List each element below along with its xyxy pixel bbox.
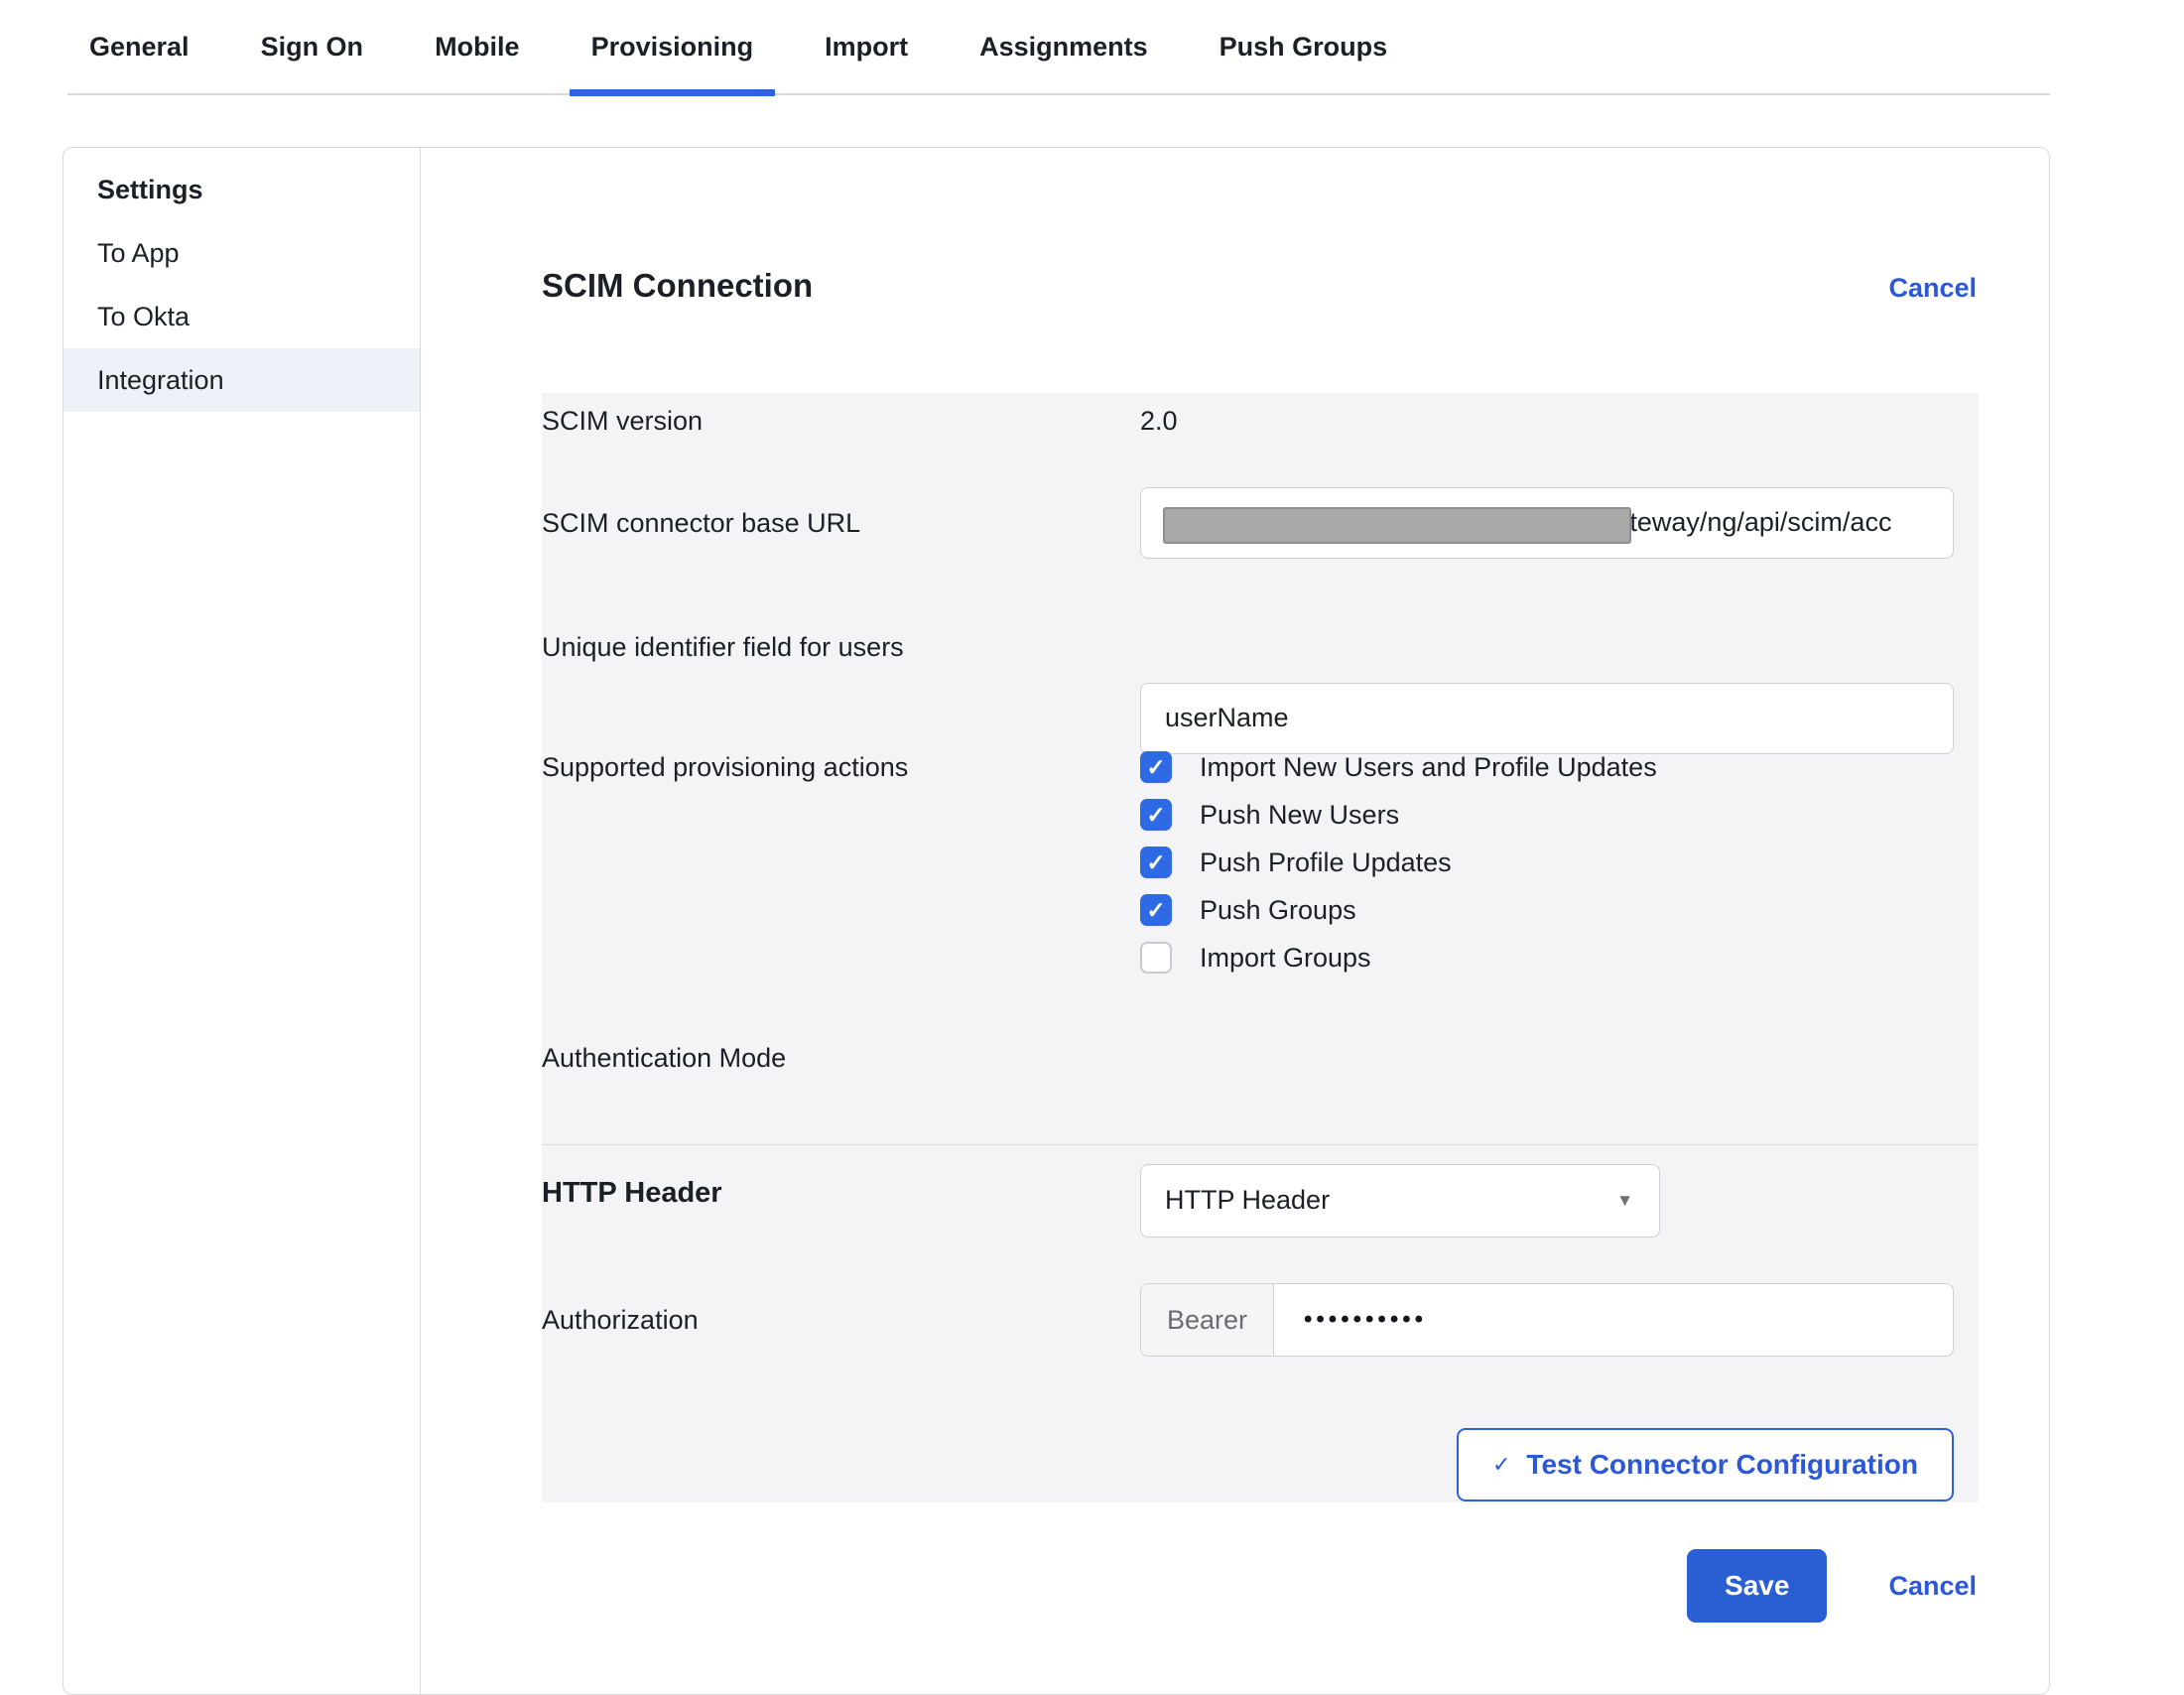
auth-mode-dropdown[interactable]: HTTP Header ▼ [1140,1164,1660,1238]
sidebar-item-integration[interactable]: Integration [64,348,420,412]
checkbox-row-push-new-users[interactable]: ✓ Push New Users [1140,791,1399,839]
tab-assignments[interactable]: Assignments [979,0,1148,94]
check-icon: ✓ [1146,756,1165,779]
tab-general[interactable]: General [89,0,190,94]
checkbox-label: Import New Users and Profile Updates [1200,752,1657,783]
base-url-visible-tail: /gateway/ng/api/scim/acc [1593,507,1892,537]
checkbox-label: Push Groups [1200,895,1356,926]
scim-version-label: SCIM version [542,393,703,449]
bearer-token-input[interactable]: •••••••••• [1274,1284,1953,1356]
test-connector-button[interactable]: ✓ Test Connector Configuration [1457,1428,1954,1501]
checkbox-checked-icon[interactable]: ✓ [1140,751,1172,783]
authorization-label: Authorization [542,1283,699,1357]
checkbox-checked-icon[interactable]: ✓ [1140,847,1172,878]
save-button[interactable]: Save [1687,1549,1827,1623]
auth-mode-label: Authentication Mode [542,1021,786,1095]
sidebar-header: Settings [64,158,420,221]
checkbox-row-push-profile-updates[interactable]: ✓ Push Profile Updates [1140,839,1452,886]
checkbox-label: Import Groups [1200,943,1371,974]
section-divider [542,1144,1979,1145]
provisioning-actions-label: Supported provisioning actions [542,743,908,791]
checkbox-row-import-new-users-and-profile-updates[interactable]: ✓ Import New Users and Profile Updates [1140,743,1657,791]
form-footer: Save Cancel [1687,1549,1977,1623]
check-icon: ✓ [1492,1452,1510,1478]
checkbox-unchecked-icon[interactable] [1140,942,1172,974]
chevron-down-icon: ▼ [1616,1165,1633,1236]
redaction-bar [1163,507,1631,544]
main-content: SCIM Connection Cancel SCIM version 2.0 … [421,148,2049,1694]
test-connector-label: Test Connector Configuration [1526,1449,1918,1481]
page-title: SCIM Connection [542,267,813,305]
base-url-label: SCIM connector base URL [542,487,860,559]
app-tab-bar: General Sign On Mobile Provisioning Import As… [67,0,2050,95]
check-icon: ✓ [1146,804,1165,827]
tab-push-groups[interactable]: Push Groups [1220,0,1388,94]
sidebar-item-to-app[interactable]: To App [64,221,420,285]
base-url-input[interactable]: https://b5bd-135-13-67-149.ngrok.io/gate… [1140,487,1954,559]
settings-sidebar: Settings To AppTo OktaIntegration [64,148,421,1694]
check-icon: ✓ [1146,899,1165,922]
unique-id-label: Unique identifier field for users [542,611,904,683]
checkbox-label: Push Profile Updates [1200,848,1452,878]
sidebar-item-to-okta[interactable]: To Okta [64,285,420,348]
tab-import[interactable]: Import [825,0,908,94]
tab-provisioning[interactable]: Provisioning [591,0,754,94]
checkbox-checked-icon[interactable]: ✓ [1140,894,1172,926]
tab-sign-on[interactable]: Sign On [261,0,364,94]
auth-mode-value: HTTP Header [1165,1185,1330,1215]
tab-mobile[interactable]: Mobile [435,0,520,94]
settings-card: Settings To AppTo OktaIntegration SCIM C… [63,147,2050,1695]
checkbox-label: Push New Users [1200,800,1399,831]
authorization-input-group: Bearer •••••••••• [1140,1283,1954,1357]
http-header-section-title: HTTP Header [542,1177,722,1210]
main-header: SCIM Connection Cancel [542,267,1977,305]
bearer-prefix: Bearer [1141,1284,1274,1356]
checkbox-checked-icon[interactable]: ✓ [1140,799,1172,831]
scim-form-panel: SCIM version 2.0 SCIM connector base URL… [542,393,1979,1502]
scim-version-value: 2.0 [1140,393,1178,449]
cancel-link-top[interactable]: Cancel [1888,273,1977,304]
cancel-link-bottom[interactable]: Cancel [1888,1571,1977,1602]
checkbox-row-import-groups[interactable]: Import Groups [1140,934,1371,981]
check-icon: ✓ [1146,851,1165,874]
checkbox-row-push-groups[interactable]: ✓ Push Groups [1140,886,1356,934]
